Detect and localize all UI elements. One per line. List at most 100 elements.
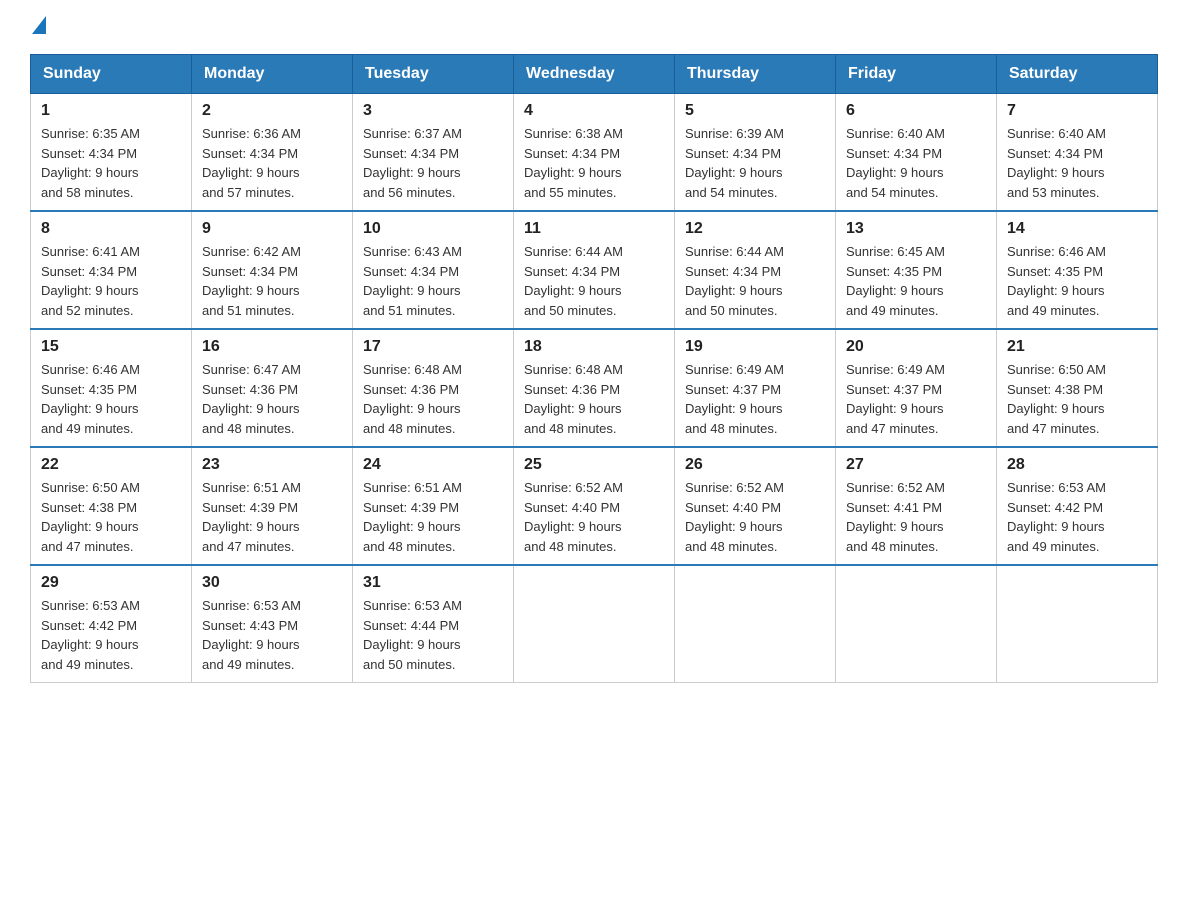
calendar-cell [675,565,836,683]
calendar-cell: 21 Sunrise: 6:50 AM Sunset: 4:38 PM Dayl… [997,329,1158,447]
day-number: 9 [202,220,342,238]
day-info: Sunrise: 6:39 AM Sunset: 4:34 PM Dayligh… [685,124,825,202]
day-info: Sunrise: 6:46 AM Sunset: 4:35 PM Dayligh… [1007,242,1147,320]
calendar-cell: 1 Sunrise: 6:35 AM Sunset: 4:34 PM Dayli… [31,94,192,212]
day-number: 29 [41,574,181,592]
day-header-friday: Friday [836,55,997,94]
calendar-cell [514,565,675,683]
day-number: 8 [41,220,181,238]
calendar-cell: 4 Sunrise: 6:38 AM Sunset: 4:34 PM Dayli… [514,94,675,212]
day-number: 16 [202,338,342,356]
day-number: 22 [41,456,181,474]
calendar-week-row: 1 Sunrise: 6:35 AM Sunset: 4:34 PM Dayli… [31,94,1158,212]
calendar-cell: 3 Sunrise: 6:37 AM Sunset: 4:34 PM Dayli… [353,94,514,212]
calendar-cell: 16 Sunrise: 6:47 AM Sunset: 4:36 PM Dayl… [192,329,353,447]
day-number: 23 [202,456,342,474]
calendar-cell: 22 Sunrise: 6:50 AM Sunset: 4:38 PM Dayl… [31,447,192,565]
day-info: Sunrise: 6:53 AM Sunset: 4:42 PM Dayligh… [1007,478,1147,556]
calendar-cell: 18 Sunrise: 6:48 AM Sunset: 4:36 PM Dayl… [514,329,675,447]
day-number: 3 [363,102,503,120]
calendar-cell: 7 Sunrise: 6:40 AM Sunset: 4:34 PM Dayli… [997,94,1158,212]
calendar-cell: 2 Sunrise: 6:36 AM Sunset: 4:34 PM Dayli… [192,94,353,212]
day-info: Sunrise: 6:51 AM Sunset: 4:39 PM Dayligh… [202,478,342,556]
calendar-cell: 5 Sunrise: 6:39 AM Sunset: 4:34 PM Dayli… [675,94,836,212]
logo-arrow-icon [32,16,46,34]
calendar-cell: 19 Sunrise: 6:49 AM Sunset: 4:37 PM Dayl… [675,329,836,447]
day-info: Sunrise: 6:48 AM Sunset: 4:36 PM Dayligh… [524,360,664,438]
day-info: Sunrise: 6:52 AM Sunset: 4:40 PM Dayligh… [524,478,664,556]
day-number: 30 [202,574,342,592]
days-header-row: SundayMondayTuesdayWednesdayThursdayFrid… [31,55,1158,94]
day-number: 27 [846,456,986,474]
calendar-cell [997,565,1158,683]
day-info: Sunrise: 6:45 AM Sunset: 4:35 PM Dayligh… [846,242,986,320]
day-info: Sunrise: 6:47 AM Sunset: 4:36 PM Dayligh… [202,360,342,438]
calendar-cell: 14 Sunrise: 6:46 AM Sunset: 4:35 PM Dayl… [997,211,1158,329]
calendar-cell: 15 Sunrise: 6:46 AM Sunset: 4:35 PM Dayl… [31,329,192,447]
calendar-cell: 9 Sunrise: 6:42 AM Sunset: 4:34 PM Dayli… [192,211,353,329]
calendar-cell: 28 Sunrise: 6:53 AM Sunset: 4:42 PM Dayl… [997,447,1158,565]
day-number: 21 [1007,338,1147,356]
day-info: Sunrise: 6:52 AM Sunset: 4:41 PM Dayligh… [846,478,986,556]
calendar-cell: 8 Sunrise: 6:41 AM Sunset: 4:34 PM Dayli… [31,211,192,329]
calendar-cell: 25 Sunrise: 6:52 AM Sunset: 4:40 PM Dayl… [514,447,675,565]
calendar-cell: 6 Sunrise: 6:40 AM Sunset: 4:34 PM Dayli… [836,94,997,212]
day-number: 13 [846,220,986,238]
calendar-cell: 11 Sunrise: 6:44 AM Sunset: 4:34 PM Dayl… [514,211,675,329]
day-info: Sunrise: 6:35 AM Sunset: 4:34 PM Dayligh… [41,124,181,202]
day-number: 24 [363,456,503,474]
day-number: 6 [846,102,986,120]
day-info: Sunrise: 6:43 AM Sunset: 4:34 PM Dayligh… [363,242,503,320]
day-number: 28 [1007,456,1147,474]
day-info: Sunrise: 6:51 AM Sunset: 4:39 PM Dayligh… [363,478,503,556]
calendar-week-row: 8 Sunrise: 6:41 AM Sunset: 4:34 PM Dayli… [31,211,1158,329]
logo-blue-part [30,20,46,34]
day-info: Sunrise: 6:48 AM Sunset: 4:36 PM Dayligh… [363,360,503,438]
day-number: 11 [524,220,664,238]
day-number: 20 [846,338,986,356]
calendar-cell: 23 Sunrise: 6:51 AM Sunset: 4:39 PM Dayl… [192,447,353,565]
day-header-monday: Monday [192,55,353,94]
day-info: Sunrise: 6:37 AM Sunset: 4:34 PM Dayligh… [363,124,503,202]
day-header-saturday: Saturday [997,55,1158,94]
calendar-table: SundayMondayTuesdayWednesdayThursdayFrid… [30,54,1158,683]
calendar-cell: 12 Sunrise: 6:44 AM Sunset: 4:34 PM Dayl… [675,211,836,329]
day-info: Sunrise: 6:53 AM Sunset: 4:42 PM Dayligh… [41,596,181,674]
day-header-thursday: Thursday [675,55,836,94]
day-info: Sunrise: 6:42 AM Sunset: 4:34 PM Dayligh… [202,242,342,320]
day-number: 17 [363,338,503,356]
day-number: 18 [524,338,664,356]
page-header [30,20,1158,34]
calendar-cell: 17 Sunrise: 6:48 AM Sunset: 4:36 PM Dayl… [353,329,514,447]
day-info: Sunrise: 6:50 AM Sunset: 4:38 PM Dayligh… [41,478,181,556]
day-header-tuesday: Tuesday [353,55,514,94]
calendar-cell: 30 Sunrise: 6:53 AM Sunset: 4:43 PM Dayl… [192,565,353,683]
calendar-cell: 29 Sunrise: 6:53 AM Sunset: 4:42 PM Dayl… [31,565,192,683]
day-info: Sunrise: 6:40 AM Sunset: 4:34 PM Dayligh… [846,124,986,202]
calendar-week-row: 15 Sunrise: 6:46 AM Sunset: 4:35 PM Dayl… [31,329,1158,447]
day-header-wednesday: Wednesday [514,55,675,94]
calendar-cell: 26 Sunrise: 6:52 AM Sunset: 4:40 PM Dayl… [675,447,836,565]
day-info: Sunrise: 6:40 AM Sunset: 4:34 PM Dayligh… [1007,124,1147,202]
day-info: Sunrise: 6:38 AM Sunset: 4:34 PM Dayligh… [524,124,664,202]
day-info: Sunrise: 6:50 AM Sunset: 4:38 PM Dayligh… [1007,360,1147,438]
day-info: Sunrise: 6:44 AM Sunset: 4:34 PM Dayligh… [685,242,825,320]
day-number: 2 [202,102,342,120]
day-info: Sunrise: 6:53 AM Sunset: 4:43 PM Dayligh… [202,596,342,674]
logo [30,20,46,34]
day-number: 15 [41,338,181,356]
calendar-week-row: 29 Sunrise: 6:53 AM Sunset: 4:42 PM Dayl… [31,565,1158,683]
calendar-cell: 31 Sunrise: 6:53 AM Sunset: 4:44 PM Dayl… [353,565,514,683]
calendar-cell: 13 Sunrise: 6:45 AM Sunset: 4:35 PM Dayl… [836,211,997,329]
day-info: Sunrise: 6:49 AM Sunset: 4:37 PM Dayligh… [685,360,825,438]
day-number: 26 [685,456,825,474]
day-info: Sunrise: 6:41 AM Sunset: 4:34 PM Dayligh… [41,242,181,320]
day-number: 14 [1007,220,1147,238]
day-number: 10 [363,220,503,238]
day-number: 12 [685,220,825,238]
day-info: Sunrise: 6:49 AM Sunset: 4:37 PM Dayligh… [846,360,986,438]
calendar-cell: 24 Sunrise: 6:51 AM Sunset: 4:39 PM Dayl… [353,447,514,565]
day-info: Sunrise: 6:46 AM Sunset: 4:35 PM Dayligh… [41,360,181,438]
calendar-cell [836,565,997,683]
day-info: Sunrise: 6:36 AM Sunset: 4:34 PM Dayligh… [202,124,342,202]
